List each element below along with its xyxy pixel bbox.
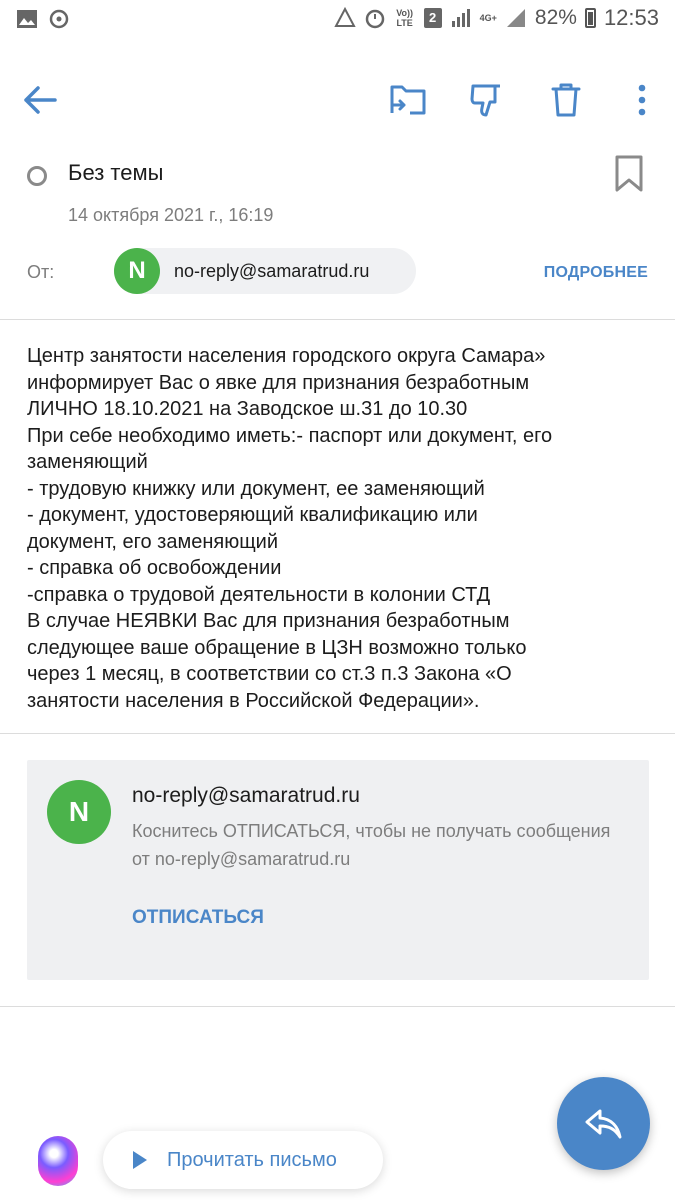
music-notification-icon <box>49 9 69 29</box>
from-label: От: <box>27 262 55 282</box>
play-icon <box>133 1151 147 1169</box>
thumbs-down-icon <box>470 84 500 117</box>
bookmark-icon[interactable] <box>612 154 646 194</box>
body-line: через 1 месяц, в соответствии со ст.3 п.… <box>27 663 512 685</box>
sender-avatar: N <box>114 248 160 294</box>
spam-button[interactable] <box>464 78 508 122</box>
read-aloud-label: Прочитать письмо <box>167 1148 337 1171</box>
body-line: - справка об освобождении <box>27 557 282 579</box>
message-subject: Без темы <box>68 160 164 185</box>
alarm-icon <box>365 9 384 29</box>
details-link[interactable]: ПОДРОБНЕЕ <box>544 264 648 282</box>
body-line: ЛИЧНО 18.10.2021 на Заводское ш.31 до 10… <box>27 398 468 420</box>
body-line: Центр занятости населения городского окр… <box>27 345 546 367</box>
volte-indicator: Vo)) LTE <box>396 8 414 28</box>
body-line: следующее ваше обращение в ЦЗН возможно … <box>27 636 527 659</box>
body-line: - документ, удостоверяющий квалификацию … <box>27 504 478 526</box>
unread-indicator-icon[interactable] <box>27 166 47 186</box>
body-line: занятости населения в Российской Федерац… <box>27 689 480 712</box>
delete-button[interactable] <box>544 78 588 122</box>
recycle-icon <box>333 7 356 27</box>
unsubscribe-note: Коснитесь ОТПИСАТЬСЯ, чтобы не получать … <box>132 821 611 869</box>
notification-count-badge: 2 <box>423 8 442 28</box>
body-divider <box>0 733 675 734</box>
more-options-button[interactable] <box>620 78 664 122</box>
body-line: документ, его заменяющий <box>27 530 279 553</box>
body-line: В случае НЕЯВКИ Вас для признания безраб… <box>27 610 510 632</box>
header-divider <box>0 319 675 320</box>
battery-icon <box>584 8 596 28</box>
message-date: 14 октября 2021 г., 16:19 <box>68 205 274 225</box>
unsubscribe-sender-email: no-reply@samaratrud.ru <box>132 784 360 807</box>
reply-button[interactable] <box>557 1077 650 1170</box>
image-notification-icon <box>17 10 37 28</box>
trash-icon <box>551 83 581 117</box>
unsubscribe-button[interactable]: ОТПИСАТЬСЯ <box>132 907 264 929</box>
network-type: 4G+ <box>479 13 497 23</box>
signal-icon <box>451 9 470 27</box>
signal-icon-2 <box>506 9 525 27</box>
message-body: Центр занятости населения городского окр… <box>27 343 657 714</box>
unsubscribe-card: N no-reply@samaratrud.ru Коснитесь ОТПИС… <box>27 760 649 980</box>
status-bar: Vo)) LTE 2 4G+ 82% 12:53 <box>0 0 675 40</box>
unsubscribe-avatar: N <box>47 780 111 844</box>
battery-percent: 82% <box>534 6 577 29</box>
clock: 12:53 <box>603 5 659 30</box>
body-line: При себе необходимо иметь:- паспорт или … <box>27 424 553 447</box>
sender-chip[interactable]: N no-reply@samaratrud.ru <box>114 248 416 294</box>
back-button[interactable] <box>18 78 62 122</box>
more-vertical-icon <box>638 84 646 116</box>
body-line: - трудовую книжку или документ, ее замен… <box>27 477 485 500</box>
voice-assistant-icon[interactable] <box>38 1136 78 1186</box>
reply-icon <box>585 1109 621 1138</box>
move-to-folder-button[interactable] <box>386 78 430 122</box>
read-aloud-button[interactable]: Прочитать письмо <box>103 1131 383 1189</box>
body-line: заменяющий <box>27 451 148 473</box>
mail-toolbar <box>0 70 675 130</box>
sender-email: no-reply@samaratrud.ru <box>174 260 370 281</box>
arrow-left-icon <box>24 86 57 114</box>
card-divider <box>0 1006 675 1007</box>
body-line: информирует Вас о явке для признания без… <box>27 371 530 394</box>
body-line: -справка о трудовой деятельности в колон… <box>27 583 491 606</box>
folder-move-icon <box>390 85 426 115</box>
subject-row: Без темы <box>0 150 675 200</box>
